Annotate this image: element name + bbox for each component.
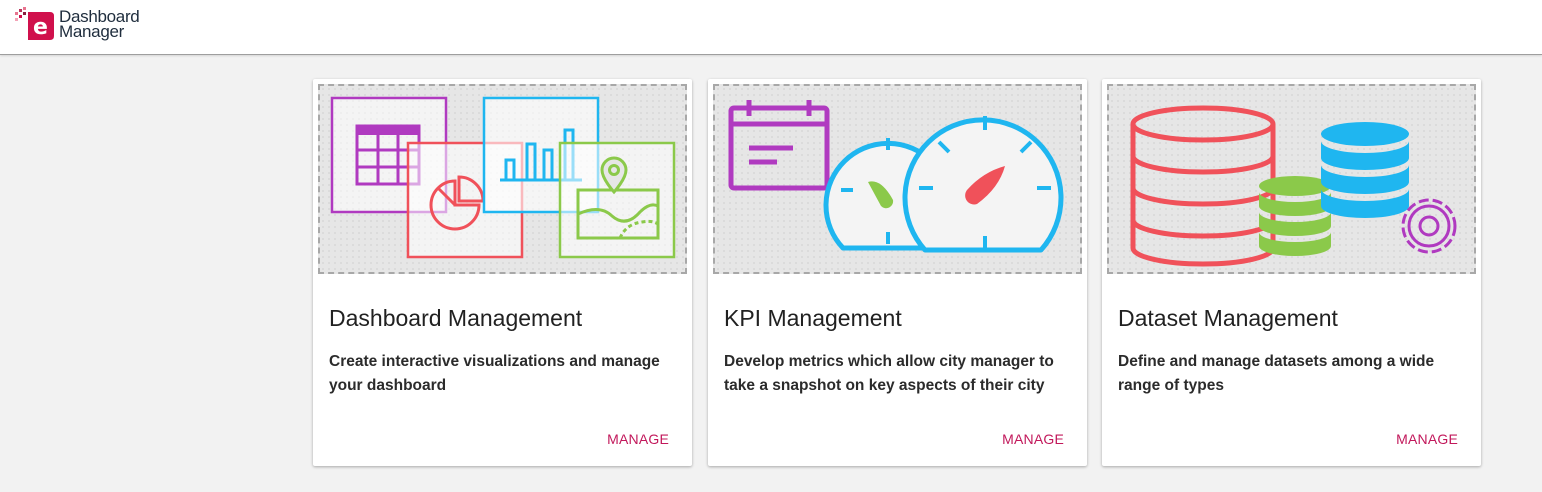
card-dataset-management: Dataset Management Define and manage dat… (1102, 79, 1481, 466)
logo-e-icon: e (15, 7, 54, 40)
card-media (1107, 84, 1476, 274)
card-description: Define and manage datasets among a wide … (1118, 353, 1435, 394)
card-media (713, 84, 1082, 274)
app-logo[interactable]: e Dashboard Manager (14, 6, 140, 41)
app-header: e Dashboard Manager (0, 0, 1542, 55)
card-description: Develop metrics which allow city manager… (724, 353, 1054, 394)
database-stack-icon (1130, 105, 1457, 267)
card-dashboard-management: Dashboard Management Create interactive … (313, 79, 692, 466)
manage-button[interactable]: MANAGE (1396, 431, 1458, 447)
manage-button[interactable]: MANAGE (1002, 431, 1064, 447)
app-name: Dashboard Manager (59, 8, 140, 41)
gauges-calendar-icon (728, 100, 1064, 253)
dashboard-collage-icon (330, 96, 676, 259)
svg-text:e: e (33, 15, 48, 40)
app-name-line2: Manager (59, 22, 124, 41)
card-kpi-management: KPI Management Develop metrics which all… (708, 79, 1087, 466)
card-title: KPI Management (724, 305, 902, 331)
card-title: Dashboard Management (329, 305, 583, 331)
card-description: Create interactive visualizations and ma… (329, 353, 660, 394)
card-title: Dataset Management (1118, 305, 1338, 331)
manage-button[interactable]: MANAGE (607, 431, 669, 447)
card-media (318, 84, 687, 274)
